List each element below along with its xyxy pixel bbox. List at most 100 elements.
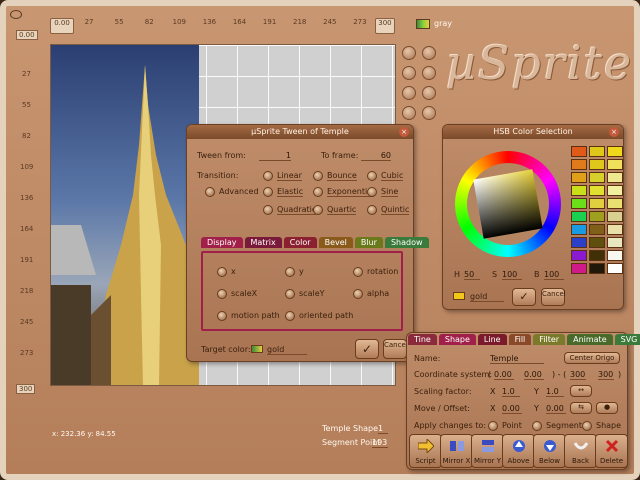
palette-swatch[interactable]	[571, 211, 587, 222]
path-tool-icon[interactable]	[422, 106, 436, 120]
tween-to-input[interactable]: 60	[361, 151, 391, 161]
hsb-cancel-button[interactable]: Cancel	[541, 288, 566, 306]
ruler-left-end[interactable]: 300	[16, 384, 36, 394]
palette-swatch[interactable]	[589, 146, 605, 157]
tab-shape[interactable]: Shape	[438, 334, 476, 345]
palette-swatch[interactable]	[571, 198, 587, 209]
select-tool-icon[interactable]	[402, 46, 416, 60]
palette-swatch[interactable]	[589, 159, 605, 170]
palette-swatch[interactable]	[589, 224, 605, 235]
palette-swatch[interactable]	[571, 172, 587, 183]
apply-segment-radio[interactable]	[532, 421, 542, 431]
transition-radio-bounce[interactable]	[313, 171, 323, 181]
palette-swatch[interactable]	[607, 185, 623, 196]
palette-swatch[interactable]	[571, 250, 587, 261]
palette-swatch[interactable]	[607, 263, 623, 274]
close-icon[interactable]: ×	[399, 127, 409, 137]
scale-y-input[interactable]: 1.0	[546, 387, 564, 397]
circle-tool-icon[interactable]	[402, 66, 416, 80]
apply-shape-radio[interactable]	[582, 421, 592, 431]
tab-filter[interactable]: Filter	[533, 334, 566, 345]
tween-ok-button[interactable]: ✓	[355, 339, 379, 359]
palette-swatch[interactable]	[571, 146, 587, 157]
scale-x-input[interactable]: 1.0	[502, 387, 520, 397]
rect-tool-icon[interactable]	[422, 46, 436, 60]
transition-radio-sine[interactable]	[367, 187, 377, 197]
apply-point-radio[interactable]	[488, 421, 498, 431]
scale-apply-button[interactable]: ↔	[570, 385, 592, 397]
palette-swatch[interactable]	[589, 211, 605, 222]
close-icon[interactable]: ×	[609, 127, 619, 137]
tab-color[interactable]: Color	[283, 237, 317, 248]
temple-sprite[interactable]	[51, 45, 199, 386]
ruler-left-start[interactable]: 0.00	[16, 30, 38, 40]
tab-display[interactable]: Display	[201, 237, 243, 248]
tween-from-input[interactable]: 1	[259, 151, 291, 161]
ruler-top-end[interactable]: 300	[374, 18, 395, 34]
ellipse-tool-icon[interactable]	[422, 66, 436, 80]
palette-swatch[interactable]	[607, 237, 623, 248]
transition-radio-quintic[interactable]	[367, 205, 377, 215]
above-button[interactable]: Above	[502, 434, 535, 468]
curve-tool-icon[interactable]	[402, 106, 416, 120]
transition-radio-quartic[interactable]	[313, 205, 323, 215]
transition-radio-linear[interactable]	[263, 171, 273, 181]
palette-swatch[interactable]	[589, 185, 605, 196]
shape-name-input[interactable]: Temple	[490, 354, 544, 364]
palette-swatch[interactable]	[571, 237, 587, 248]
transition-radio-quadratic[interactable]	[263, 205, 273, 215]
palette-swatch[interactable]	[607, 250, 623, 261]
tab-time[interactable]: Tine	[408, 334, 437, 345]
prop-rotation-radio[interactable]	[353, 267, 363, 277]
delete-button[interactable]: Delete	[595, 434, 628, 468]
saturation-brightness-square[interactable]	[473, 169, 543, 239]
palette-swatch[interactable]	[589, 198, 605, 209]
target-color-swatch[interactable]	[251, 345, 263, 353]
palette-swatch[interactable]	[607, 224, 623, 235]
script-button[interactable]: Script	[409, 434, 442, 468]
palette-swatch[interactable]	[607, 198, 623, 209]
transition-radio-cubic[interactable]	[367, 171, 377, 181]
hsb-ok-button[interactable]: ✓	[512, 288, 536, 306]
palette-swatch[interactable]	[607, 146, 623, 157]
transition-elastic[interactable]: Elastic	[277, 187, 304, 197]
move-reset-button[interactable]: ●	[596, 402, 618, 414]
segment-point-input[interactable]: 193	[372, 438, 388, 448]
prop-motion-path-radio[interactable]	[217, 311, 227, 321]
coord-y2-input[interactable]: 300	[598, 370, 614, 380]
hue-input[interactable]: 50	[464, 270, 480, 280]
below-button[interactable]: Below	[533, 434, 566, 468]
prop-y-radio[interactable]	[285, 267, 295, 277]
palette-swatch[interactable]	[571, 224, 587, 235]
palette-swatch[interactable]	[571, 263, 587, 274]
coord-x2-input[interactable]: 300	[570, 370, 586, 380]
temple-shape-input[interactable]: 1	[378, 424, 388, 434]
tab-blur[interactable]: Blur	[354, 237, 383, 248]
move-x-input[interactable]: 0.00	[502, 404, 522, 414]
mirror-y-button[interactable]: Mirror Y	[471, 434, 504, 468]
tab-fill[interactable]: Fill	[508, 334, 532, 345]
palette-swatch[interactable]	[607, 159, 623, 170]
transition-quartic[interactable]: Quartic	[327, 205, 357, 215]
transition-sine[interactable]: Sine	[381, 187, 399, 197]
saturation-input[interactable]: 100	[502, 270, 522, 280]
mirror-x-button[interactable]: Mirror X	[440, 434, 473, 468]
transition-quintic[interactable]: Quintic	[381, 205, 410, 215]
palette-swatch[interactable]	[589, 237, 605, 248]
center-origo-button[interactable]: Center Origo	[564, 352, 620, 364]
transition-radio-elastic[interactable]	[263, 187, 273, 197]
coord-y1-input[interactable]: 0.00	[524, 370, 544, 380]
palette-swatch[interactable]	[571, 185, 587, 196]
prop-x-radio[interactable]	[217, 267, 227, 277]
tab-bevel[interactable]: Bevel	[318, 237, 353, 248]
tab-shadow[interactable]: Shadow	[384, 237, 429, 248]
move-apply-button[interactable]: ⇆	[570, 402, 592, 414]
palette-swatch[interactable]	[589, 250, 605, 261]
palette-swatch[interactable]	[607, 172, 623, 183]
prop-oriented-path-radio[interactable]	[285, 311, 295, 321]
back-button[interactable]: Back	[564, 434, 597, 468]
transition-radio-exponential[interactable]	[313, 187, 323, 197]
palette-swatch[interactable]	[589, 172, 605, 183]
advanced-radio[interactable]	[205, 187, 215, 197]
transition-linear[interactable]: Linear	[277, 171, 302, 181]
